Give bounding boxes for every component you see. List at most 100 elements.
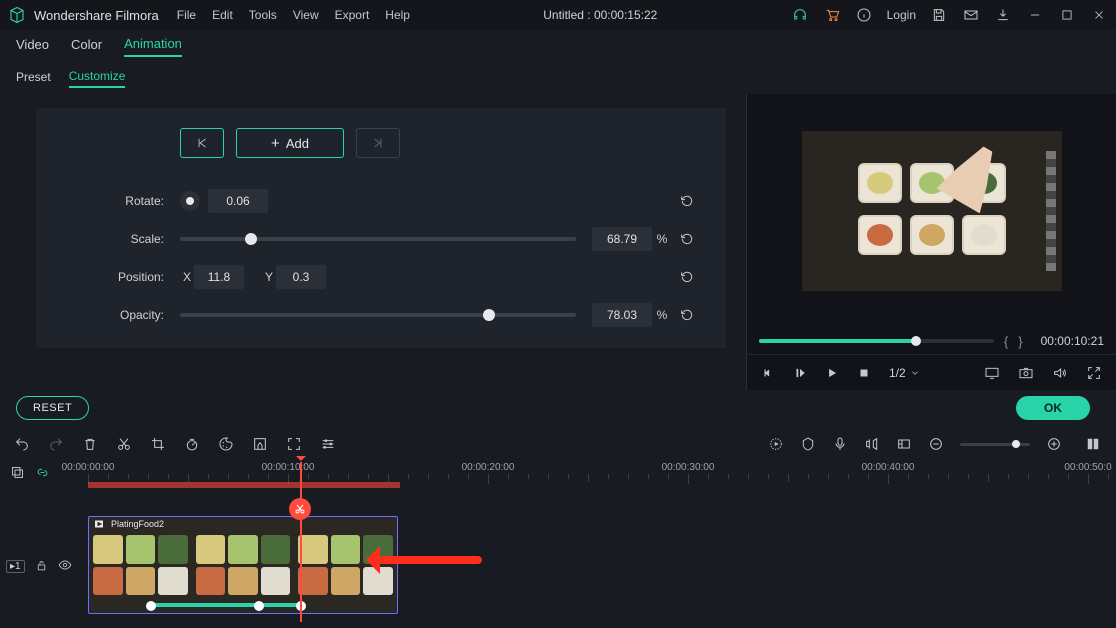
add-keyframe-button[interactable]: +Add: [236, 128, 344, 158]
tab-video[interactable]: Video: [16, 37, 49, 56]
timeline: 00:00:00:0000:00:10:0000:00:20:0000:00:3…: [0, 462, 1116, 628]
adjust-icon[interactable]: [320, 436, 336, 452]
snapshot-icon[interactable]: [1018, 365, 1034, 381]
track-number-icon[interactable]: ▸1: [6, 560, 25, 573]
maximize-icon[interactable]: [1058, 6, 1076, 24]
position-row: Position: X 11.8 Y 0.3: [60, 258, 702, 296]
track-visibility-icon[interactable]: [58, 558, 72, 575]
keyframe-marker[interactable]: [254, 601, 264, 611]
download-icon[interactable]: [994, 6, 1012, 24]
rotate-row: Rotate: 0.06: [60, 182, 702, 220]
rotate-label: Rotate:: [60, 194, 180, 208]
toolbar: [0, 426, 1116, 462]
minimize-icon[interactable]: [1026, 6, 1044, 24]
fullscreen-icon[interactable]: [1086, 365, 1102, 381]
ruler-label: 00:00:40:00: [862, 462, 915, 473]
green-screen-icon[interactable]: [252, 436, 268, 452]
track-lock-icon[interactable]: [35, 559, 48, 575]
keyframe-marker[interactable]: [146, 601, 156, 611]
opacity-row: Opacity: 78.03 %: [60, 296, 702, 334]
playback-controls: 1/2: [747, 354, 1116, 390]
position-x-label: X: [180, 270, 194, 284]
prev-keyframe-button[interactable]: [180, 128, 224, 158]
preview-seekbar[interactable]: [759, 339, 994, 343]
split-handle-icon[interactable]: [289, 498, 311, 520]
menu-help[interactable]: Help: [385, 8, 410, 22]
mail-icon[interactable]: [962, 6, 980, 24]
menu-tools[interactable]: Tools: [249, 8, 277, 22]
zoom-fit-icon[interactable]: [1084, 435, 1102, 453]
undo-icon[interactable]: [14, 436, 30, 452]
position-y-value[interactable]: 0.3: [276, 265, 326, 289]
menu-export[interactable]: Export: [335, 8, 370, 22]
preview-progress-row: { } 00:00:10:21: [747, 328, 1116, 354]
opacity-slider[interactable]: [180, 313, 576, 317]
scale-reset-icon[interactable]: [672, 231, 702, 247]
speed-icon[interactable]: [184, 436, 200, 452]
ok-button[interactable]: OK: [1016, 396, 1090, 420]
marker-icon[interactable]: [800, 436, 816, 452]
clip-name: PlatingFood2: [111, 519, 164, 529]
volume-icon[interactable]: [1052, 365, 1068, 381]
clip-type-icon: [93, 518, 105, 533]
preview-surface: [802, 131, 1062, 291]
clip-thumbs: [89, 531, 397, 599]
voiceover-icon[interactable]: [832, 436, 848, 452]
rotate-reset-icon[interactable]: [672, 193, 702, 209]
step-back-icon[interactable]: [761, 366, 775, 380]
mark-in-icon[interactable]: {: [1004, 334, 1008, 349]
playback-speed-selector[interactable]: 1/2: [889, 366, 920, 380]
headset-icon[interactable]: [791, 6, 809, 24]
opacity-reset-icon[interactable]: [672, 307, 702, 323]
playhead[interactable]: [300, 462, 302, 622]
keyframe-tool-icon[interactable]: [896, 436, 912, 452]
opacity-value[interactable]: 78.03: [592, 303, 652, 327]
opacity-unit: %: [652, 308, 672, 322]
mark-out-icon[interactable]: }: [1018, 334, 1022, 349]
subtab-preset[interactable]: Preset: [16, 70, 51, 87]
crop-zoom-icon[interactable]: [286, 436, 302, 452]
menu-file[interactable]: File: [177, 8, 196, 22]
audio-mixer-icon[interactable]: [864, 436, 880, 452]
main-split: +Add Rotate: 0.06 Scale: 68.79 %: [0, 94, 1116, 390]
subtab-customize[interactable]: Customize: [69, 69, 126, 88]
reset-button[interactable]: RESET: [16, 396, 89, 420]
tab-color[interactable]: Color: [71, 37, 102, 56]
cart-icon[interactable]: [823, 6, 841, 24]
scale-slider[interactable]: [180, 237, 576, 241]
play-icon[interactable]: [825, 366, 839, 380]
app-logo-icon: [8, 6, 26, 24]
cut-icon[interactable]: [116, 436, 132, 452]
zoom-out-icon[interactable]: [928, 436, 944, 452]
play-pause-icon[interactable]: [793, 366, 807, 380]
rotate-value[interactable]: 0.06: [208, 189, 268, 213]
render-icon[interactable]: [768, 436, 784, 452]
delete-icon[interactable]: [82, 436, 98, 452]
ruler-label: 00:00:10:00: [262, 462, 315, 473]
scale-label: Scale:: [60, 232, 180, 246]
menu-edit[interactable]: Edit: [212, 8, 233, 22]
save-icon[interactable]: [930, 6, 948, 24]
next-keyframe-button[interactable]: [356, 128, 400, 158]
menu-view[interactable]: View: [293, 8, 319, 22]
color-icon[interactable]: [218, 436, 234, 452]
ruler-label: 00:00:20:00: [462, 462, 515, 473]
track-controls: ▸1: [6, 558, 72, 575]
redo-icon[interactable]: [48, 436, 64, 452]
crop-icon[interactable]: [150, 436, 166, 452]
plus-icon: +: [271, 136, 280, 151]
close-icon[interactable]: [1090, 6, 1108, 24]
display-icon[interactable]: [984, 365, 1000, 381]
info-icon[interactable]: [855, 6, 873, 24]
rotate-dial[interactable]: [180, 191, 200, 211]
customize-card: +Add Rotate: 0.06 Scale: 68.79 %: [36, 108, 726, 348]
position-x-value[interactable]: 11.8: [194, 265, 244, 289]
zoom-slider[interactable]: [960, 443, 1030, 446]
title-bar: Wondershare Filmora File Edit Tools View…: [0, 0, 1116, 30]
stop-icon[interactable]: [857, 366, 871, 380]
tab-animation[interactable]: Animation: [124, 36, 182, 57]
position-reset-icon[interactable]: [672, 269, 702, 285]
login-button[interactable]: Login: [887, 8, 916, 22]
zoom-in-icon[interactable]: [1046, 436, 1062, 452]
scale-value[interactable]: 68.79: [592, 227, 652, 251]
